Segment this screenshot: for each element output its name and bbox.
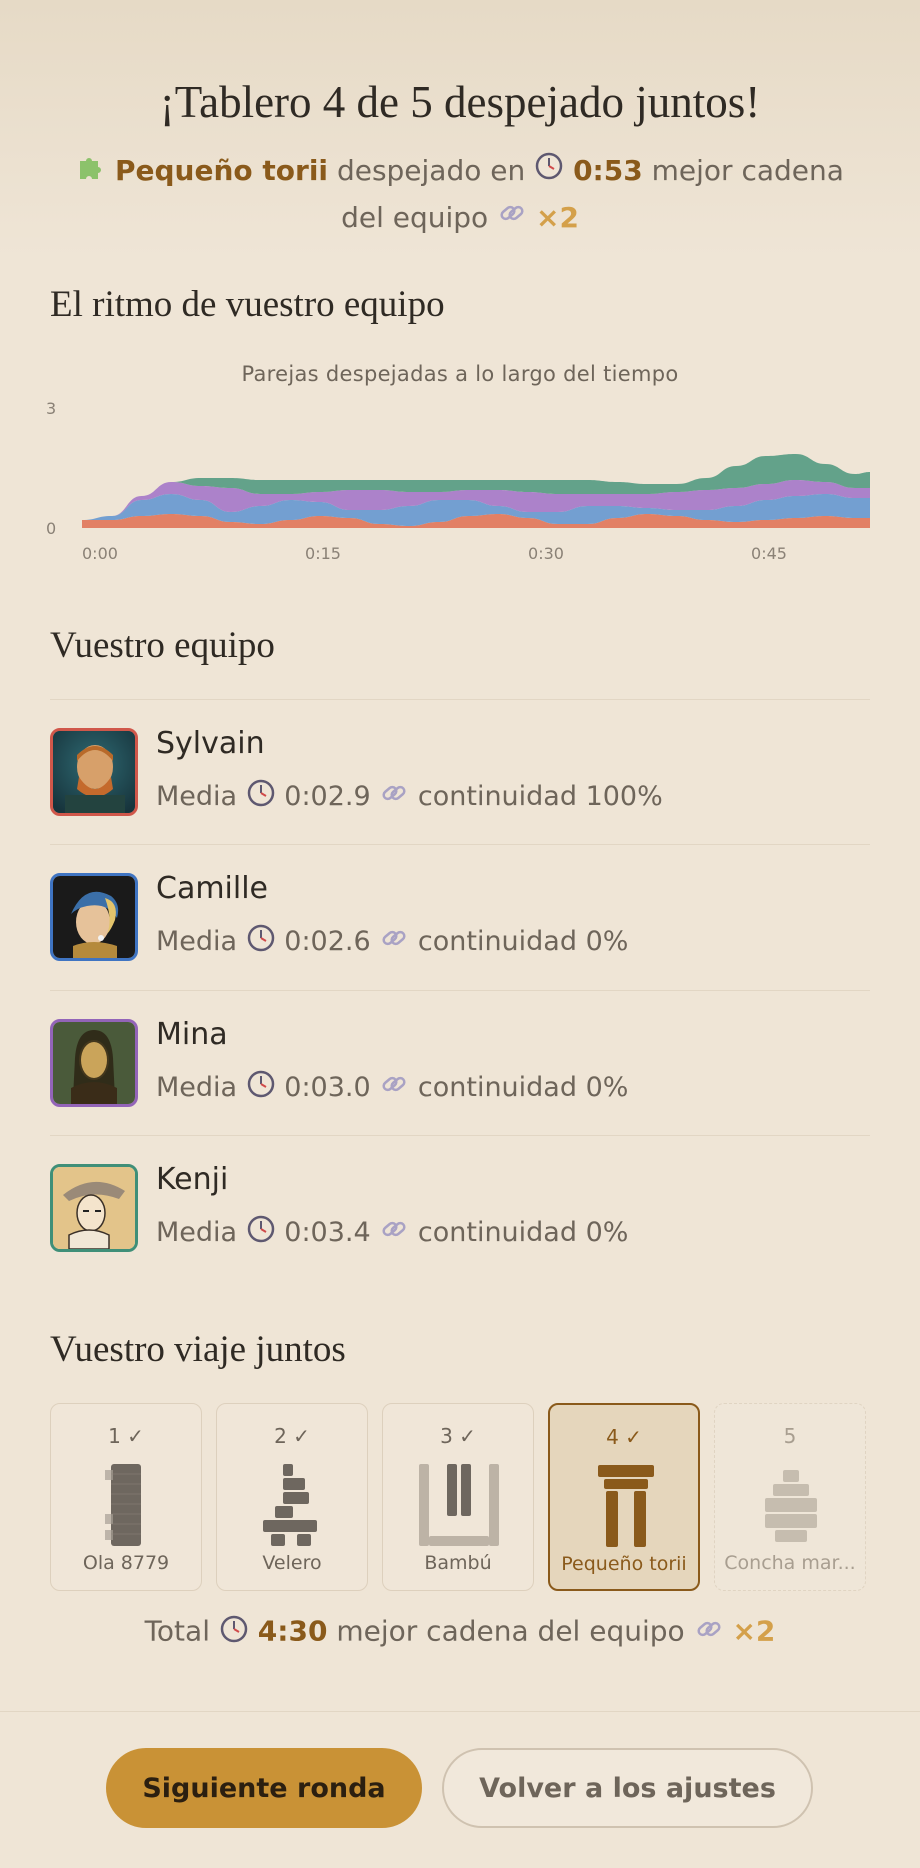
total-summary: Total 4:30 mejor cadena del equipo ×2 [0,1614,920,1651]
team-member: Camille Media 0:02.6 continuidad 0% [50,844,870,990]
member-name: Kenji [156,1162,229,1197]
board-time: 0:53 [573,154,643,187]
y-tick-label: 3 [46,399,56,418]
member-average: 0:02.6 [284,926,371,957]
team-heading: Vuestro equipo [50,625,275,666]
media-label: Media [156,1217,238,1248]
clock-icon [246,778,276,815]
puzzle-icon [76,149,106,195]
board-card-1[interactable]: 1 ✓ Ola 8779 [50,1403,202,1591]
member-name: Sylvain [156,726,265,761]
member-continuity: continuidad 100% [417,781,663,812]
total-best-chain: mejor cadena del equipo [336,1614,685,1648]
board-name: Concha mar... [724,1552,856,1574]
team-member: Sylvain Media 0:02.9 continuidad 100% [50,699,870,845]
best-chain-label: mejor cadena [651,154,844,187]
avatar [50,873,138,961]
team-member: Kenji Media 0:03.4 continuidad 0% [50,1135,870,1281]
board-number: 1 ✓ [108,1424,144,1448]
member-name: Mina [156,1017,228,1052]
board-name: Velero [262,1552,322,1574]
wave-thumbnail [105,1464,141,1546]
seashell-thumbnail [765,1470,817,1542]
footer-divider [0,1711,920,1712]
media-label: Media [156,781,238,812]
team-member: Mina Media 0:03.0 continuidad 0% [50,990,870,1136]
avatar [50,1164,138,1252]
sailboat-thumbnail [263,1464,317,1546]
journey-heading: Vuestro viaje juntos [50,1329,346,1370]
member-average: 0:02.9 [284,781,371,812]
link-icon [379,778,409,815]
board-card-4[interactable]: 4 ✓ Pequeño torii [548,1403,700,1591]
avatar [50,728,138,816]
member-stats: Media 0:03.4 continuidad 0% [156,1214,628,1251]
board-number: 3 ✓ [440,1424,476,1448]
bamboo-thumbnail [419,1464,499,1546]
media-label: Media [156,1072,238,1103]
board-name: Ola 8779 [82,1552,170,1574]
next-round-button[interactable]: Siguiente ronda [106,1748,422,1828]
x-tick-label: 0:15 [305,544,341,563]
total-multiplier: ×2 [732,1614,776,1648]
link-icon [694,1614,724,1651]
link-icon [379,1069,409,1106]
member-stats: Media 0:02.6 continuidad 0% [156,923,628,960]
member-stats: Media 0:03.0 continuidad 0% [156,1069,628,1106]
clock-icon [246,923,276,960]
board-name: Pequeño torii [561,1553,687,1575]
board-number: 5 [783,1424,797,1448]
media-label: Media [156,926,238,957]
clock-icon [246,1214,276,1251]
board-card-2[interactable]: 2 ✓ Velero [216,1403,368,1591]
rhythm-chart: Parejas despejadas a lo largo del tiempo… [40,350,880,570]
link-icon [379,1214,409,1251]
member-continuity: continuidad 0% [417,1072,629,1103]
page-title: ¡Tablero 4 de 5 despejado juntos! [159,77,761,127]
board-name: Pequeño torii [115,154,329,187]
x-tick-label: 0:00 [82,544,118,563]
back-to-settings-button[interactable]: Volver a los ajustes [442,1748,813,1828]
avatar [50,1019,138,1107]
x-tick-label: 0:45 [751,544,787,563]
clock-icon [246,1069,276,1106]
cleared-in-label: despejado en [336,154,526,187]
board-number: 4 ✓ [606,1425,642,1449]
member-name: Camille [156,871,269,906]
total-time: 4:30 [257,1614,328,1648]
best-chain-label-2: del equipo [341,201,489,234]
board-card-3[interactable]: 3 ✓ Bambú [382,1403,534,1591]
member-continuity: continuidad 0% [417,926,629,957]
chart-title: Parejas despejadas a lo largo del tiempo [241,362,679,386]
member-stats: Media 0:02.9 continuidad 100% [156,778,663,815]
journey-boards: 1 ✓ Ola 8779 2 ✓ Velero 3 ✓ Bambú 4 ✓ Pe… [50,1403,870,1593]
clock-icon [219,1614,249,1651]
board-card-5[interactable]: 5 Concha mar... [714,1403,866,1591]
board-summary: Pequeño torii despejado en 0:53 mejor ca… [60,148,860,242]
member-continuity: continuidad 0% [417,1217,629,1248]
y-tick-label: 0 [46,519,56,538]
member-average: 0:03.0 [284,1072,371,1103]
chain-multiplier: ×2 [535,201,579,234]
link-icon [379,923,409,960]
total-label: Total [144,1614,210,1648]
member-average: 0:03.4 [284,1217,371,1248]
board-name: Bambú [424,1552,492,1574]
link-icon [497,196,527,242]
board-number: 2 ✓ [274,1424,310,1448]
torii-thumbnail [598,1465,654,1547]
x-tick-label: 0:30 [528,544,564,563]
clock-icon [534,149,564,195]
rhythm-heading: El ritmo de vuestro equipo [50,284,445,325]
